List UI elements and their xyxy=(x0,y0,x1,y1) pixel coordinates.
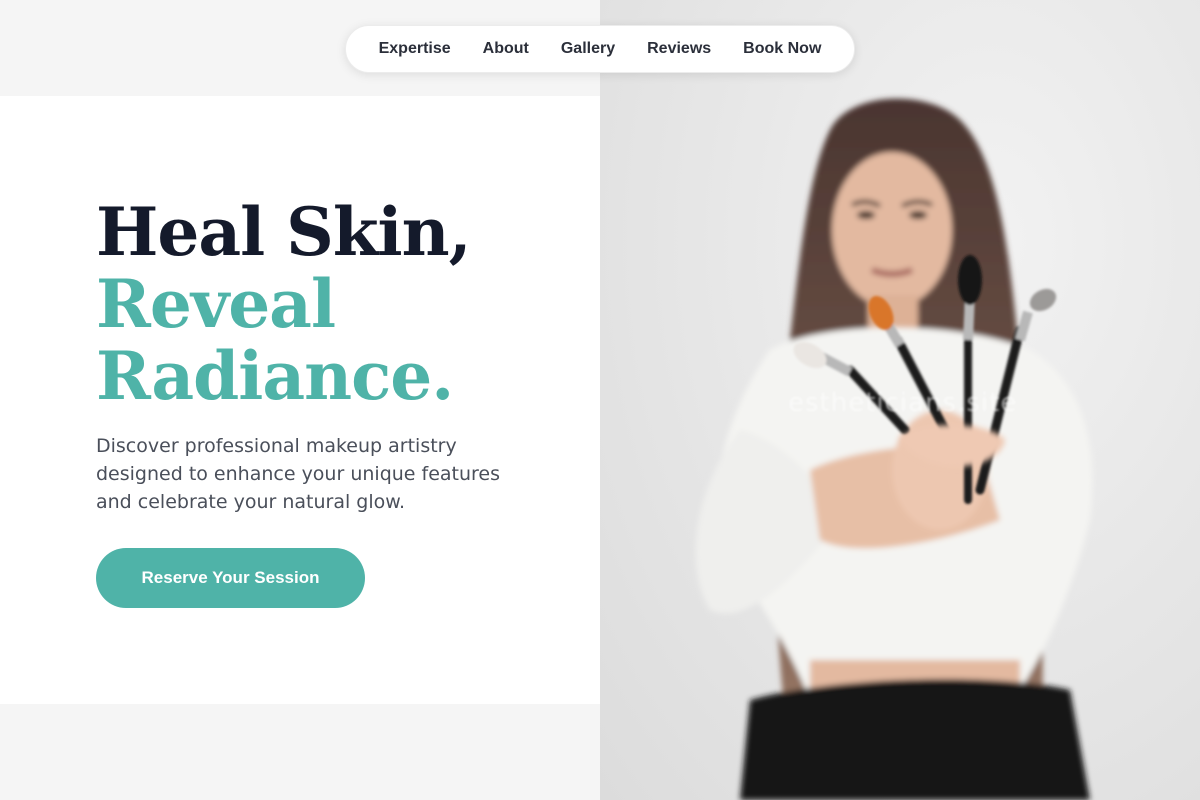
headline-line-1: Heal Skin, xyxy=(96,193,472,271)
hero-photo: estheticians.site xyxy=(600,0,1200,800)
nav-link-book-now[interactable]: Book Now xyxy=(743,40,821,58)
nav-link-gallery[interactable]: Gallery xyxy=(561,40,615,58)
reserve-session-button[interactable]: Reserve Your Session xyxy=(96,548,365,608)
watermark-text: estheticians.site xyxy=(788,388,1018,418)
headline-line-3: Radiance. xyxy=(96,337,454,415)
nav-link-reviews[interactable]: Reviews xyxy=(647,40,711,58)
hero-description: Discover professional makeup artistry de… xyxy=(96,435,501,513)
main-nav: Expertise About Gallery Reviews Book Now xyxy=(345,25,855,73)
nav-link-about[interactable]: About xyxy=(483,40,529,58)
headline-line-2: Reveal xyxy=(96,265,336,343)
hero-headline: Heal Skin, Reveal Radiance. xyxy=(96,193,472,415)
nav-link-expertise[interactable]: Expertise xyxy=(379,40,451,58)
bottom-band xyxy=(0,704,600,800)
